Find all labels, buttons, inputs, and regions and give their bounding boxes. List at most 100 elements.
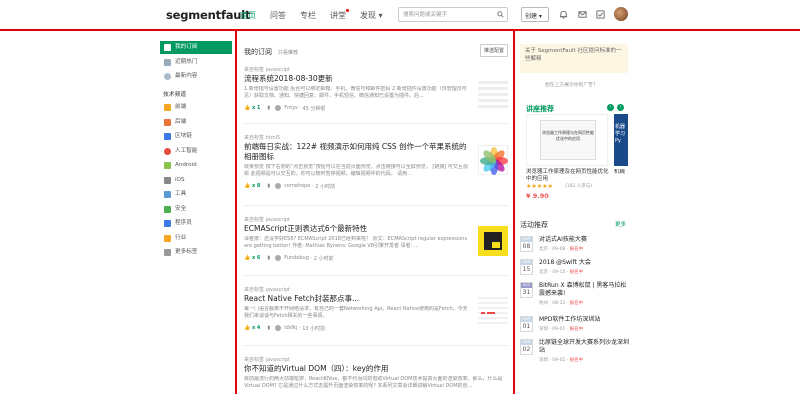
notice-banner[interactable]: 关于 SegmentFault 社区提问标准的一些解释	[520, 44, 628, 73]
event-item[interactable]: AUG 31 BitRun X 森博松鼠 | 黑客马拉松震撼来袭! 杭州 · 08…	[520, 282, 628, 308]
author-avatar[interactable]	[275, 255, 282, 261]
event-name[interactable]: 对话式AI技能大赛	[539, 236, 629, 244]
checkbox-icon[interactable]	[596, 10, 605, 19]
sidebar-item-backend[interactable]: 后端	[160, 116, 232, 129]
post-author[interactable]: comehope	[284, 183, 310, 189]
event-name[interactable]: 2018 @Swift 大会	[539, 259, 629, 267]
event-status: 报名中	[569, 358, 584, 363]
event-name[interactable]: 比原链全球开发大赛系列沙龙深圳站	[539, 339, 629, 355]
bookmark-icon[interactable]: ▮	[267, 105, 270, 111]
apple-icon	[164, 176, 171, 184]
more-link[interactable]: 更多	[615, 220, 626, 228]
book2-title[interactable]: 机械	[614, 169, 628, 176]
event-status: 报名中	[569, 247, 584, 252]
post-meta: 👍 x 1 ▮ Fntys · 45 分钟前	[244, 105, 326, 112]
event-name[interactable]: BitRun X 森博松鼠 | 黑客马拉松震撼来袭!	[539, 282, 629, 298]
post-author[interactable]: Fntys	[284, 105, 298, 111]
feed-header: 我的订阅 只看推荐 推送配置	[244, 44, 508, 58]
event-city: 北京	[539, 270, 548, 275]
sidebar-item-label: 更多标签	[175, 249, 198, 255]
sidebar-item-tools[interactable]: 工具	[160, 188, 232, 201]
sidebar-item-hot[interactable]: 近期热门	[160, 56, 232, 69]
vote-count: x 8	[251, 183, 261, 189]
create-button[interactable]: 创建 ▾	[521, 7, 549, 22]
post-source[interactable]: 来自标签 javascript	[244, 356, 508, 363]
bell-icon[interactable]	[559, 10, 568, 19]
post-title[interactable]: React Native Fetch封装那点事...	[244, 294, 470, 304]
sidebar-item-subscriptions[interactable]: 我的订阅	[160, 41, 232, 54]
vote-count: x 6	[251, 255, 261, 261]
author-avatar[interactable]	[275, 183, 282, 189]
book-cover-text: 浏览器工作原理与在网页性能优化中的应用	[542, 130, 594, 141]
list-item[interactable]: 来自标签 javascript 你不知道的Virtual DOM（四）：key的…	[244, 356, 508, 416]
upvote-button[interactable]: 👍 x 8	[244, 183, 260, 189]
upvote-button[interactable]: 👍 x 1	[244, 105, 260, 111]
list-item[interactable]: 来自标签 javascript ECMAScript正则表达式6个最新特性 译者…	[244, 216, 508, 276]
nav-home[interactable]: 首页	[240, 10, 256, 21]
post-author[interactable]: Fundebug	[284, 255, 309, 261]
frontend-icon	[164, 104, 171, 111]
bookmark-icon[interactable]: ▮	[267, 183, 270, 189]
post-author[interactable]: idsfkj	[284, 325, 297, 331]
feed-title: 我的订阅	[244, 48, 272, 56]
post-source[interactable]: 来自标签 javascript	[244, 216, 508, 223]
list-item[interactable]: 来自标签 javascript React Native Fetch封装那点事.…	[244, 286, 508, 346]
post-title[interactable]: 你不知道的Virtual DOM（四）：key的作用	[244, 364, 470, 374]
post-thumbnail[interactable]	[478, 145, 508, 175]
sidebar-item-blockchain[interactable]: 区块链	[160, 130, 232, 143]
divider-top	[0, 29, 800, 31]
upvote-button[interactable]: 👍 x 4	[244, 325, 260, 331]
search-input[interactable]: 搜索问题或关键字	[398, 7, 508, 22]
author-avatar[interactable]	[275, 325, 282, 331]
sidebar-item-android[interactable]: Android	[160, 159, 232, 172]
book-card-2[interactable]: 机器学习 Py	[614, 114, 628, 166]
book-title[interactable]: 浏览器工作原理及在网页性能优化中的应用	[526, 169, 610, 183]
nav-columns[interactable]: 专栏	[300, 10, 316, 21]
post-title[interactable]: ECMAScript正则表达式6个最新特性	[244, 224, 470, 234]
prev-arrow-icon[interactable]: ‹	[607, 104, 614, 111]
nav-discover[interactable]: 发现 ▾	[360, 10, 383, 21]
bookmark-icon[interactable]: ▮	[267, 255, 270, 261]
nav-lectures-label: 讲堂	[330, 11, 346, 20]
sidebar-item-latest[interactable]: 最新内容	[160, 70, 232, 83]
event-item[interactable]: SEP 02 比原链全球开发大赛系列沙龙深圳站 深圳 · 09-02 · 报名中	[520, 339, 629, 365]
photos-app-icon	[480, 147, 508, 175]
sidebar-item-label: 后端	[175, 118, 187, 125]
event-date-text: 09-02	[552, 358, 566, 363]
post-source[interactable]: 来自标签 html5	[244, 134, 508, 141]
recommended-only-toggle[interactable]: 只看推荐	[278, 49, 298, 56]
post-thumbnail[interactable]	[478, 294, 508, 324]
next-arrow-icon[interactable]: ›	[617, 104, 624, 111]
push-settings-button[interactable]: 推送配置	[479, 44, 508, 57]
top-bar: segmentfault 首页 问答 专栏 讲堂 发现 ▾ 搜索问题或关键字 创…	[0, 0, 800, 30]
sidebar-item-programmer[interactable]: 程序员	[160, 217, 232, 230]
list-item[interactable]: 来自标签 javascript 流程系统2018-08-30更新 1.新增指号设…	[244, 66, 508, 124]
avatar[interactable]	[614, 7, 628, 21]
search-icon[interactable]	[497, 11, 504, 18]
sidebar-item-security[interactable]: 安全	[160, 203, 232, 216]
sidebar-item-ios[interactable]: iOS	[160, 174, 232, 187]
ad-link[interactable]: 想在上方展示你的广告?	[545, 81, 596, 88]
post-title[interactable]: 前端每日实战：122# 视频演示如何用纯 CSS 创作一个苹果系统的相册图标	[244, 142, 470, 162]
author-avatar[interactable]	[275, 105, 282, 111]
event-city: 深圳	[539, 358, 548, 363]
sidebar-item-industry[interactable]: 行业	[160, 232, 232, 245]
post-excerpt: 1.新增指号设置功能 后台可以绑定邮箱、手机、微信号和邮件密码 2.新增插件设置…	[244, 86, 467, 99]
sidebar-item-more-tags[interactable]: 更多标签	[160, 246, 232, 259]
upvote-button[interactable]: 👍 x 6	[244, 255, 260, 261]
sidebar-item-frontend[interactable]: 前端	[160, 101, 232, 114]
post-thumbnail[interactable]	[478, 78, 508, 108]
logo[interactable]: segmentfault	[166, 8, 251, 22]
list-item[interactable]: 来自标签 html5 前端每日实战：122# 视频演示如何用纯 CSS 创作一个…	[244, 134, 508, 206]
bookmark-icon[interactable]: ▮	[267, 325, 270, 331]
nav-questions[interactable]: 问答	[270, 10, 286, 21]
post-source[interactable]: 来自标签 javascript	[244, 286, 508, 293]
event-name[interactable]: MPD软件工作坊深圳站	[539, 316, 629, 324]
post-source[interactable]: 来自标签 javascript	[244, 66, 508, 73]
mail-icon[interactable]	[578, 10, 587, 19]
post-thumbnail[interactable]	[478, 226, 508, 256]
nav-lectures[interactable]: 讲堂	[330, 9, 349, 21]
sidebar-item-ai[interactable]: 人工智能	[160, 145, 232, 158]
book-card[interactable]: 浏览器工作原理与在网页性能优化中的应用	[526, 114, 608, 166]
post-title[interactable]: 流程系统2018-08-30更新	[244, 74, 470, 84]
